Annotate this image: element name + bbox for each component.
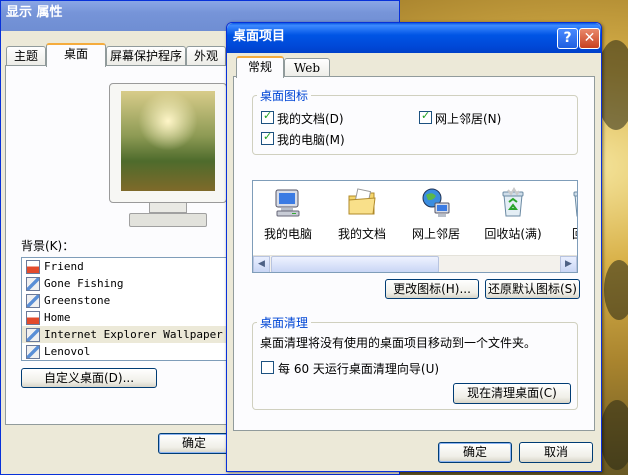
dialog-title: 桌面项目 <box>233 29 286 44</box>
list-item[interactable]: Internet Explorer Wallpaper <box>22 326 226 343</box>
html-file-icon <box>26 311 40 325</box>
image-file-icon <box>26 294 40 308</box>
image-file-icon <box>26 345 40 359</box>
cancel-button[interactable]: 取消 <box>519 442 593 463</box>
list-item[interactable]: Friend <box>22 258 226 275</box>
list-item[interactable]: Home <box>22 309 226 326</box>
recycle-bin-empty-icon <box>568 187 577 219</box>
background-list[interactable]: Friend Gone Fishing Greenstone Home Inte… <box>21 257 227 361</box>
cleanup-wizard-checkbox[interactable] <box>261 361 274 374</box>
my-documents-checkbox[interactable] <box>261 109 274 124</box>
cleanup-now-button[interactable]: 现在清理桌面(C) <box>453 383 571 404</box>
list-item-label: Lenovol <box>44 345 91 358</box>
tab-web[interactable]: Web <box>284 58 330 78</box>
general-tab-page: 桌面图标 我的文档(D) 网上邻居(N) 我的电脑(M) 我的电脑 我的文档 <box>233 76 595 431</box>
horizontal-scrollbar[interactable]: ◀ ▶ <box>253 255 577 272</box>
list-item-label: Internet Explorer Wallpaper <box>44 328 223 341</box>
recycle-bin-full-icon <box>497 187 529 219</box>
customize-desktop-button[interactable]: 自定义桌面(D)... <box>21 368 157 388</box>
image-file-icon <box>26 277 40 291</box>
desktop-icon-label: 回收站(满) <box>484 227 542 241</box>
scroll-right-icon[interactable]: ▶ <box>560 256 577 272</box>
network-places-icon <box>420 187 452 219</box>
desktop-cleanup-group: 桌面清理 桌面清理将没有使用的桌面项目移动到一个文件夹。 每 60 天运行桌面清… <box>252 314 578 410</box>
ok-button[interactable]: 确定 <box>438 442 512 463</box>
tab-general[interactable]: 常规 <box>236 56 284 78</box>
tab-themes[interactable]: 主题 <box>6 46 46 66</box>
list-item[interactable]: Lenovol <box>22 343 226 360</box>
image-file-icon <box>26 328 40 342</box>
tab-desktop[interactable]: 桌面 <box>46 43 106 67</box>
monitor-preview <box>109 83 227 231</box>
icon-preview-list[interactable]: 我的电脑 我的文档 网上邻居 回收站(满) ◀ ▶ <box>252 180 578 273</box>
tab-appearance[interactable]: 外观 <box>186 46 226 66</box>
list-item[interactable]: Greenstone <box>22 292 226 309</box>
desktop-icons-group: 桌面图标 我的文档(D) 网上邻居(N) 我的电脑(M) <box>252 87 578 155</box>
desktop-icon-label: 我的电脑 <box>263 227 312 241</box>
tab-screensaver[interactable]: 屏幕保护程序 <box>106 46 186 66</box>
desktop-icon-label: 网上邻居 <box>411 227 460 241</box>
desktop-icon-item[interactable]: 回收站(满) <box>475 187 551 242</box>
window-title: 显示 属性 <box>6 5 63 20</box>
scroll-left-icon[interactable]: ◀ <box>253 256 270 272</box>
desktop-icon-item[interactable]: 网上邻居 <box>401 187 471 242</box>
list-item-label: Gone Fishing <box>44 277 124 290</box>
desktop-items-dialog: 桌面项目 ? ✕ 常规 Web 桌面图标 我的文档(D) 网上邻居(N) 我的电… <box>226 22 602 472</box>
network-places-label: 网上邻居(N) <box>435 112 502 126</box>
monitor-base <box>129 213 207 227</box>
desktop-icon-item[interactable]: 回收 <box>549 187 577 242</box>
my-computer-icon <box>272 187 304 219</box>
my-computer-label: 我的电脑(M) <box>277 133 345 147</box>
desktop-icon-item[interactable]: 我的电脑 <box>253 187 323 242</box>
desktop-icon-label: 我的文档 <box>337 227 386 241</box>
group-title: 桌面图标 <box>257 87 312 104</box>
html-file-icon <box>26 260 40 274</box>
desktop-icon-label: 回收 <box>549 225 577 242</box>
desktop-items-titlebar[interactable]: 桌面项目 <box>227 23 601 53</box>
list-item[interactable]: Gone Fishing <box>22 275 226 292</box>
cleanup-wizard-label: 每 60 天运行桌面清理向导(U) <box>278 362 440 376</box>
close-icon[interactable]: ✕ <box>579 28 600 49</box>
cleanup-description: 桌面清理将没有使用的桌面项目移动到一个文件夹。 <box>260 336 537 350</box>
my-documents-icon <box>346 187 378 219</box>
list-item-label: Home <box>44 311 71 324</box>
desktop-icon-item[interactable]: 我的文档 <box>327 187 397 242</box>
list-item-label: Greenstone <box>44 294 111 307</box>
wallpaper-preview <box>121 91 215 191</box>
background-label: 背景(K)： <box>21 239 75 253</box>
restore-default-button[interactable]: 还原默认图标(S) <box>485 279 580 299</box>
network-places-checkbox[interactable] <box>419 109 432 124</box>
monitor-neck <box>149 203 187 213</box>
group-title: 桌面清理 <box>257 314 312 331</box>
my-documents-label: 我的文档(D) <box>277 112 344 126</box>
wallpaper-shadow <box>600 400 628 470</box>
ok-button[interactable]: 确定 <box>158 433 230 454</box>
my-computer-checkbox[interactable] <box>261 130 274 145</box>
help-icon[interactable]: ? <box>557 28 578 49</box>
change-icon-button[interactable]: 更改图标(H)... <box>385 279 479 299</box>
scroll-thumb[interactable] <box>271 256 439 272</box>
wallpaper-shadow <box>604 260 628 320</box>
list-item-label: Friend <box>44 260 84 273</box>
